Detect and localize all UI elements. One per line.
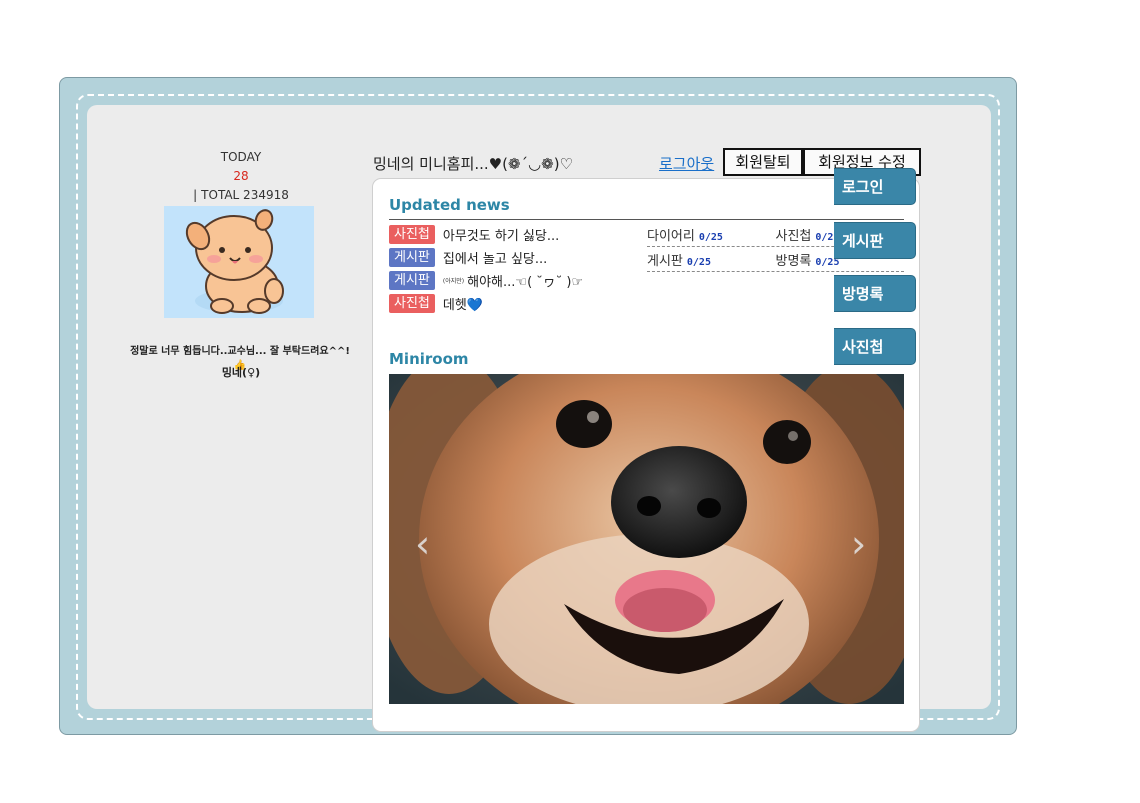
stat-count: 0/25	[686, 256, 711, 268]
nav-login[interactable]: 로그인	[834, 168, 916, 205]
content-card: Updated news 사진첩 아무것도 하기 싫당... 게시판 집에서 놀…	[372, 178, 920, 732]
profile-image	[164, 206, 314, 318]
news-item[interactable]: 사진첩 데헷💙	[389, 292, 659, 315]
news-list: 사진첩 아무것도 하기 싫당... 게시판 집에서 놀고 싶당... 게시판 (…	[389, 223, 659, 315]
stat-board[interactable]: 게시판 0/25	[647, 250, 776, 269]
news-divider	[389, 219, 904, 220]
news-item-small-note: (아지만)	[442, 278, 465, 285]
news-item-text[interactable]: 해야해...☜( ˘ヮ˘ )☞	[467, 271, 583, 290]
total-count: | TOTAL 234918	[151, 188, 331, 202]
today-label: TODAY	[220, 150, 262, 164]
logout-link[interactable]: 로그아웃	[659, 153, 714, 174]
nav-guestbook[interactable]: 방명록	[834, 275, 916, 312]
stat-label: 다이어리	[647, 228, 695, 244]
news-tag-board: 게시판	[389, 248, 435, 267]
news-item[interactable]: 사진첩 아무것도 하기 싫당...	[389, 223, 659, 246]
today-count: 28	[233, 169, 249, 183]
withdraw-button[interactable]: 회원탈퇴	[723, 148, 803, 176]
news-tag-photo: 사진첩	[389, 294, 435, 313]
stat-count: 0/25	[698, 231, 723, 243]
updated-news-title: Updated news	[389, 196, 510, 214]
puppy-illustration-icon	[164, 206, 314, 318]
news-item[interactable]: 게시판 (아지만) 해야해...☜( ˘ヮ˘ )☞	[389, 269, 659, 292]
stat-label: 게시판	[647, 253, 683, 269]
stat-diary[interactable]: 다이어리 0/25	[647, 225, 776, 244]
carousel-next-button[interactable]: ›	[851, 524, 866, 564]
profile-name: 밍네(♀)	[221, 366, 261, 379]
total-text: TOTAL 234918	[201, 188, 289, 202]
nav-photo[interactable]: 사진첩	[834, 328, 916, 365]
stat-label: 방명록	[775, 253, 812, 269]
puppy-photo-icon	[389, 374, 904, 704]
news-item-text[interactable]: 데헷💙	[443, 294, 483, 313]
news-tag-photo: 사진첩	[389, 225, 435, 244]
miniroom-title: Miniroom	[389, 350, 469, 368]
news-item-text[interactable]: 집에서 놀고 싶당...	[443, 248, 547, 267]
miniroom-carousel: ‹ ›	[389, 374, 904, 704]
news-tag-board: 게시판	[389, 271, 435, 290]
total-divider: |	[193, 188, 198, 202]
news-item-text[interactable]: 아무것도 하기 싫당...	[443, 225, 559, 244]
stat-label: 사진첩	[775, 228, 812, 244]
nav-board[interactable]: 게시판	[834, 222, 916, 259]
carousel-prev-button[interactable]: ‹	[415, 524, 430, 564]
news-item[interactable]: 게시판 집에서 놀고 싶당...	[389, 246, 659, 269]
site-title: 밍네의 미니홈피...♥(❁´◡❁)♡	[373, 155, 573, 173]
